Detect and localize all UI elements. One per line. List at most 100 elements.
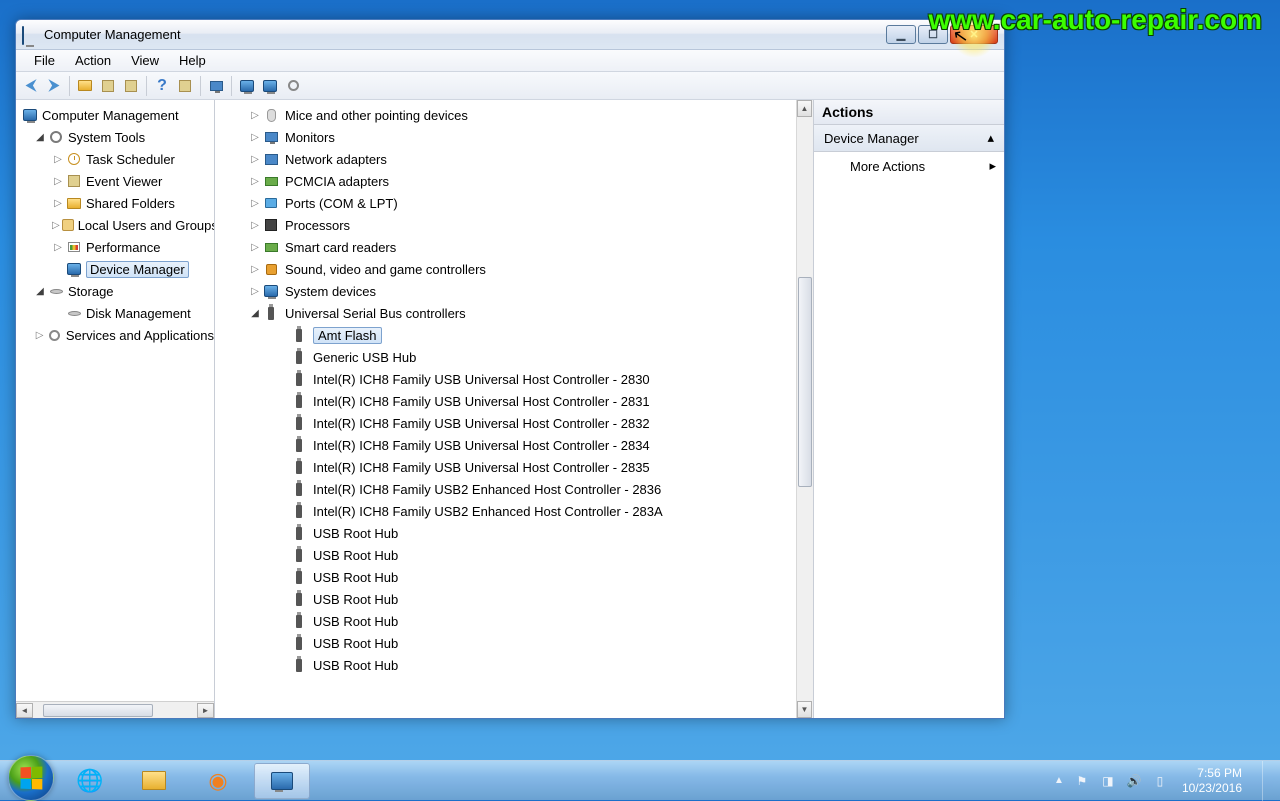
actions-header: Actions — [814, 100, 1004, 125]
dev-usb-item[interactable]: Intel(R) ICH8 Family USB2 Enhanced Host … — [235, 478, 813, 500]
dev-category-pcmcia[interactable]: ▷PCMCIA adapters — [235, 170, 813, 192]
actions-more-label: More Actions — [850, 159, 925, 174]
nav-back-button[interactable]: ⮜ — [20, 75, 42, 97]
tree-storage[interactable]: ◢Storage — [16, 280, 214, 302]
disk-icon — [68, 311, 81, 316]
dev-usb-item[interactable]: USB Root Hub — [235, 544, 813, 566]
dev-usb-item[interactable]: Amt Flash — [235, 324, 813, 346]
dev-usb-item[interactable]: USB Root Hub — [235, 610, 813, 632]
dev-category-sound[interactable]: ▷Sound, video and game controllers — [235, 258, 813, 280]
dev-usb-item[interactable]: USB Root Hub — [235, 654, 813, 676]
toolbar-btn-7[interactable] — [259, 75, 281, 97]
expand-icon: ▷ — [249, 132, 261, 143]
toolbar-btn-8[interactable] — [282, 75, 304, 97]
tree-task-scheduler[interactable]: ▷Task Scheduler — [16, 148, 214, 170]
dev-category-system[interactable]: ▷System devices — [235, 280, 813, 302]
dev-category-monitors[interactable]: ▷Monitors — [235, 126, 813, 148]
menu-action[interactable]: Action — [65, 51, 121, 70]
battery-icon[interactable]: ▯ — [1152, 773, 1168, 789]
expand-icon: ▷ — [52, 176, 64, 187]
titlebar[interactable]: Computer Management ▁ ☐ ✕ — [16, 20, 1004, 50]
dev-category-processors[interactable]: ▷Processors — [235, 214, 813, 236]
scroll-thumb[interactable] — [798, 277, 812, 487]
show-desktop-button[interactable] — [1262, 761, 1272, 801]
tray-show-hidden-button[interactable]: ▲ — [1054, 775, 1064, 786]
actions-more[interactable]: More Actions▸ — [814, 152, 1004, 180]
collapse-icon: ◢ — [34, 132, 46, 143]
tree-system-tools[interactable]: ◢ System Tools — [16, 126, 214, 148]
scroll-left-button[interactable]: ◄ — [16, 703, 33, 718]
toolbar-help-button[interactable]: ? — [151, 75, 173, 97]
dev-usb-item[interactable]: Intel(R) ICH8 Family USB Universal Host … — [235, 412, 813, 434]
dev-category-ports[interactable]: ▷Ports (COM & LPT) — [235, 192, 813, 214]
taskbar-explorer[interactable] — [126, 763, 182, 799]
scroll-right-button[interactable]: ► — [197, 703, 214, 718]
scroll-track[interactable] — [33, 703, 197, 718]
tree-event-viewer[interactable]: ▷Event Viewer — [16, 170, 214, 192]
scroll-up-button[interactable]: ▲ — [797, 100, 812, 117]
scroll-track[interactable] — [798, 117, 812, 701]
dev-usb-item[interactable]: Intel(R) ICH8 Family USB Universal Host … — [235, 434, 813, 456]
tree-root[interactable]: Computer Management — [16, 104, 214, 126]
action-center-icon[interactable]: ⚑ — [1074, 773, 1090, 789]
dev-usb-item[interactable]: Generic USB Hub — [235, 346, 813, 368]
toolbar-btn-5[interactable] — [205, 75, 227, 97]
vertical-scrollbar[interactable]: ▲ ▼ — [796, 100, 813, 718]
toolbar-btn-2[interactable] — [97, 75, 119, 97]
actions-section[interactable]: Device Manager▴ — [814, 125, 1004, 152]
start-button[interactable] — [8, 755, 54, 801]
menu-help[interactable]: Help — [169, 51, 216, 70]
dev-usb-item[interactable]: Intel(R) ICH8 Family USB Universal Host … — [235, 368, 813, 390]
ports-icon — [265, 198, 277, 208]
collapse-icon: ◢ — [249, 308, 261, 319]
tree-services[interactable]: ▷Services and Applications — [16, 324, 214, 346]
grid-icon — [179, 80, 191, 92]
tree-shared-folders[interactable]: ▷Shared Folders — [16, 192, 214, 214]
tree-label: Local Users and Groups — [78, 218, 215, 233]
device-manager-icon — [67, 263, 81, 275]
horizontal-scrollbar[interactable]: ◄ ► — [16, 701, 214, 718]
network-icon[interactable]: ◨ — [1100, 773, 1116, 789]
dev-label: Intel(R) ICH8 Family USB Universal Host … — [313, 372, 650, 387]
tree-label: System Tools — [68, 130, 145, 145]
taskbar-mediaplayer[interactable]: ◉ — [190, 763, 246, 799]
tree-performance[interactable]: ▷Performance — [16, 236, 214, 258]
dev-category-network[interactable]: ▷Network adapters — [235, 148, 813, 170]
dev-usb-item[interactable]: USB Root Hub — [235, 588, 813, 610]
toolbar-btn-6[interactable] — [236, 75, 258, 97]
volume-icon[interactable]: 🔊 — [1126, 773, 1142, 789]
usb-icon — [296, 505, 302, 518]
processor-icon — [265, 219, 277, 231]
scroll-down-button[interactable]: ▼ — [797, 701, 812, 718]
taskbar-compmgmt[interactable] — [254, 763, 310, 799]
nav-forward-button[interactable]: ⮞ — [43, 75, 65, 97]
dev-label: Generic USB Hub — [313, 350, 416, 365]
dev-usb-item[interactable]: Intel(R) ICH8 Family USB Universal Host … — [235, 390, 813, 412]
scroll-thumb[interactable] — [43, 704, 153, 717]
dev-usb-item[interactable]: USB Root Hub — [235, 566, 813, 588]
dev-usb-item[interactable]: Intel(R) ICH8 Family USB Universal Host … — [235, 456, 813, 478]
dev-usb-item[interactable]: USB Root Hub — [235, 632, 813, 654]
toolbar-btn-4[interactable] — [174, 75, 196, 97]
toolbar-btn-3[interactable] — [120, 75, 142, 97]
dev-label: Sound, video and game controllers — [285, 262, 486, 277]
dev-usb-item[interactable]: Intel(R) ICH8 Family USB2 Enhanced Host … — [235, 500, 813, 522]
tray-clock[interactable]: 7:56 PM 10/23/2016 — [1178, 766, 1248, 796]
usb-icon — [296, 329, 302, 342]
dev-category-mice[interactable]: ▷Mice and other pointing devices — [235, 104, 813, 126]
minimize-button[interactable]: ▁ — [886, 25, 916, 44]
tree-disk-management[interactable]: ▷Disk Management — [16, 302, 214, 324]
usb-icon — [296, 549, 302, 562]
menu-file[interactable]: File — [24, 51, 65, 70]
tree-device-manager[interactable]: ▷Device Manager — [16, 258, 214, 280]
toolbar-btn-1[interactable] — [74, 75, 96, 97]
dev-usb-item[interactable]: USB Root Hub — [235, 522, 813, 544]
taskbar-ie[interactable]: 🌐 — [62, 763, 118, 799]
tools-icon — [50, 131, 62, 143]
menu-view[interactable]: View — [121, 51, 169, 70]
usb-icon — [296, 483, 302, 496]
dev-category-smartcard[interactable]: ▷Smart card readers — [235, 236, 813, 258]
tree-local-users[interactable]: ▷Local Users and Groups — [16, 214, 214, 236]
usb-icon — [296, 395, 302, 408]
dev-category-usb[interactable]: ◢Universal Serial Bus controllers — [235, 302, 813, 324]
